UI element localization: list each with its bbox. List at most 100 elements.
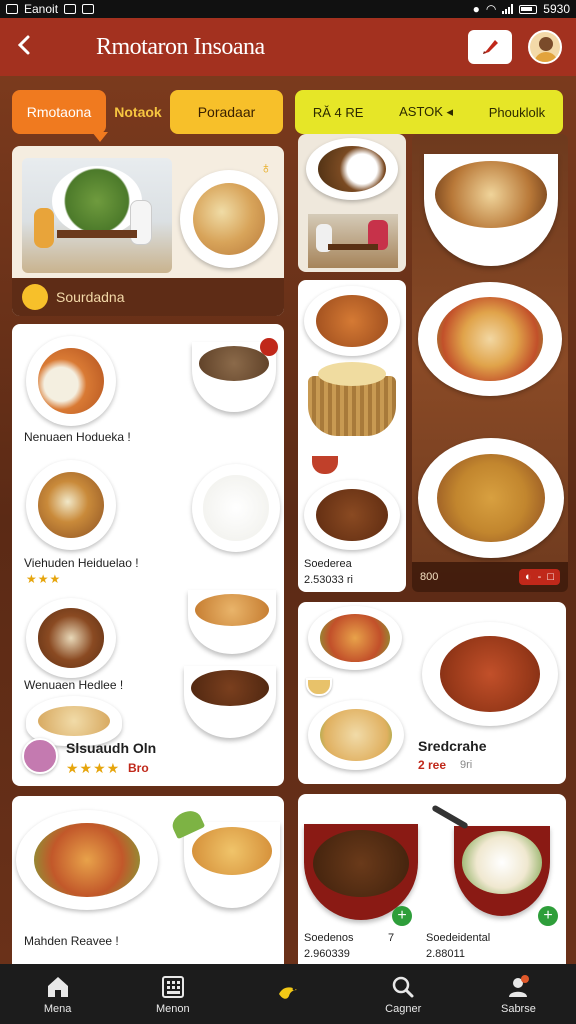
page-title: Rmotaron Insoana	[96, 33, 265, 60]
dining-scene	[308, 214, 398, 268]
dish-mark: 7	[388, 932, 395, 944]
dish-image	[184, 666, 276, 738]
nav-profile[interactable]: Sabrse	[461, 964, 576, 1024]
add-to-cart-button[interactable]: +	[392, 906, 412, 926]
restaurant-logo-icon	[22, 284, 48, 310]
alarm-icon: ●	[472, 2, 480, 16]
edit-button[interactable]	[468, 30, 512, 64]
photo-footer: 800 ◐ - □	[412, 562, 568, 592]
dish-image	[304, 480, 400, 550]
nav-label: Mena	[43, 1002, 72, 1015]
photo-price: 800	[420, 571, 439, 583]
rice-dish-image	[192, 464, 280, 552]
dish-image	[306, 138, 398, 200]
tab-notaok[interactable]: Notaok	[108, 90, 168, 134]
nav-center[interactable]	[230, 964, 345, 1024]
bird-icon	[279, 986, 297, 999]
status-right-text: 5930	[543, 2, 570, 16]
tab-poradaar[interactable]: Poradaar	[170, 90, 283, 134]
status-left-text: Eanoit	[24, 2, 59, 16]
featured-label-bar: Sourdadna	[12, 278, 284, 316]
search-icon	[392, 976, 414, 997]
avatar[interactable]	[528, 30, 562, 64]
dish-name[interactable]: Viehuden Heiduelao !	[24, 556, 139, 570]
promo-avatar	[22, 738, 58, 774]
status-bar: Eanoit ● ◠ 5930	[0, 0, 576, 18]
rating-stars: ★★★	[26, 572, 62, 586]
dish-image	[308, 700, 404, 770]
notification-icon	[6, 4, 18, 14]
dining-photo-card[interactable]	[298, 134, 406, 272]
nav-label: Cagner	[385, 1002, 422, 1015]
favorite-icon[interactable]	[260, 338, 278, 356]
add-to-cart-button[interactable]: +	[538, 906, 558, 926]
dish-image	[304, 286, 400, 356]
dish-sub: 9ri	[460, 759, 473, 771]
combo-card[interactable]: Sredcrahe 2 ree 9ri	[298, 602, 566, 784]
dish-name[interactable]: Wenuaen Hedlee !	[24, 678, 123, 692]
back-button[interactable]	[14, 32, 44, 63]
food-photo-column[interactable]: 800 ◐ - □	[412, 134, 568, 592]
dish-price: 2.960339	[304, 948, 350, 960]
user-icon	[509, 974, 530, 997]
toggle-icon[interactable]: ◐	[525, 571, 532, 583]
nav-menu[interactable]: Menon	[115, 964, 230, 1024]
dish-image	[184, 822, 280, 908]
app-icon	[82, 4, 95, 14]
bottom-nav: Mena Menon Cagner Sabrse	[0, 964, 576, 1024]
dish-image	[26, 598, 116, 678]
dish-name[interactable]: Nenuaen Hodueka !	[24, 430, 131, 444]
restaurant-photo	[22, 158, 172, 273]
dish-name[interactable]: Soedeidental	[426, 932, 490, 944]
nav-label: Sabrse	[500, 1002, 536, 1015]
pen-icon	[483, 40, 498, 54]
dish-name[interactable]: Soederea	[304, 558, 352, 570]
tab-filter-group[interactable]: RǍ 4 RE ASTOK ◂ Phouklolk	[295, 90, 563, 134]
dish-image	[26, 336, 116, 426]
dish-price: 2.53033 ri	[304, 574, 353, 586]
badge-icon: ♁	[260, 160, 272, 177]
photo-actions[interactable]: ◐ - □	[519, 569, 560, 585]
promo-name[interactable]: Slsuaudh Oln	[66, 740, 156, 756]
dish-image	[418, 438, 564, 558]
signal-icon	[502, 4, 514, 14]
app-header: Rmotaron Insoana	[0, 18, 576, 76]
grid-icon	[161, 975, 184, 998]
noodle-dish-image	[16, 810, 158, 910]
promo-rating: Bro	[128, 761, 149, 775]
filter-label[interactable]: RǍ 4 RE	[313, 105, 364, 120]
dish-image	[26, 460, 116, 550]
dish-image	[424, 154, 558, 266]
filter-label[interactable]: ASTOK ◂	[399, 104, 453, 120]
middle-menu-card: Soederea 2.53033 ri	[298, 280, 406, 592]
basket-dish-image	[308, 362, 396, 436]
back-arrow-icon	[17, 35, 30, 54]
image-icon	[64, 4, 77, 14]
expand-icon[interactable]: □	[547, 571, 554, 583]
nav-home[interactable]: Mena	[0, 964, 115, 1024]
tab-label: Poradaar	[197, 104, 256, 120]
nav-search[interactable]: Cagner	[346, 964, 461, 1024]
home-icon	[47, 976, 68, 997]
dish-image	[308, 606, 402, 670]
dish-price: 2 ree	[418, 758, 447, 772]
dish-image	[454, 826, 550, 916]
tab-label: Notaok	[114, 104, 162, 120]
menu-list-card: Nenuaen Hodueka ! Viehuden Heiduelao ! ★…	[12, 324, 284, 786]
tab-rmotaona[interactable]: Rmotaona	[12, 90, 108, 142]
filter-label[interactable]: Phouklolk	[489, 105, 545, 120]
nav-label: Menon	[155, 1002, 190, 1015]
sauce-bowl-image	[312, 456, 338, 474]
dish-name[interactable]: Sredcrahe	[418, 738, 486, 754]
promo-stars: ★★★★	[66, 760, 121, 776]
content-area: Rmotaona Notaok Poradaar RǍ 4 RE ASTOK ◂…	[0, 76, 576, 1024]
featured-label: Sourdadna	[56, 289, 125, 305]
sauce-bowl-image	[306, 678, 332, 696]
battery-icon	[519, 4, 538, 14]
dish-image	[188, 590, 276, 654]
wifi-icon: ◠	[485, 2, 497, 16]
minus-icon[interactable]: -	[538, 571, 542, 583]
dish-name[interactable]: Mahden Reavee !	[24, 934, 119, 948]
featured-card[interactable]: ♁ Sourdadna	[12, 146, 284, 316]
dish-name[interactable]: Soedenos	[304, 932, 354, 944]
